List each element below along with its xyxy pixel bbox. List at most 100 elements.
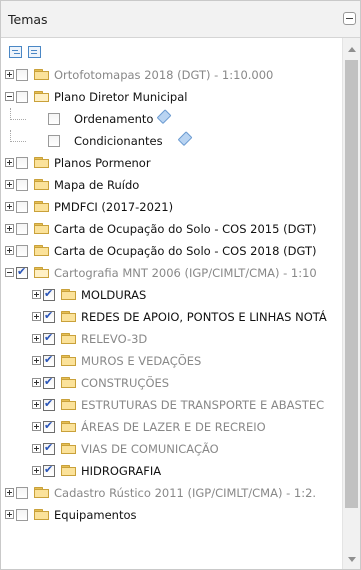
tree-row[interactable]: ✔ VIAS DE COMUNICAÇÃO [1,438,342,460]
tree-row[interactable]: ✔ MOLDURAS [1,284,342,306]
folder-icon [34,245,50,257]
expand-plus-icon[interactable] [5,202,14,211]
tree-row[interactable]: ✔ ESTRUTURAS DE TRANSPORTE E ABASTEC [1,394,342,416]
expand-plus-icon[interactable] [5,70,14,79]
expand-plus-icon[interactable] [32,466,41,475]
layer-checkbox[interactable]: ✔ [43,331,55,345]
check-icon: ✔ [44,309,54,322]
tree-row[interactable]: ✔ ÁREAS DE LAZER E DE RECREIO [1,416,342,438]
layer-label[interactable]: Planos Pormenor [54,156,151,170]
layer-checkbox[interactable] [16,179,28,191]
layer-label[interactable]: Cartografia MNT 2006 (IGP/CIMLT/CMA) - 1… [54,266,317,280]
expand-plus-icon[interactable] [32,378,41,387]
expand-plus-icon[interactable] [5,180,14,189]
scrollbar-thumb[interactable] [345,60,358,508]
tree-row[interactable]: Carta de Ocupação do Solo - COS 2018 (DG… [1,240,342,262]
layer-label[interactable]: ESTRUTURAS DE TRANSPORTE E ABASTEC [81,398,324,412]
layer-checkbox[interactable]: ✔ [43,419,55,433]
expand-plus-icon[interactable] [5,158,14,167]
layer-label[interactable]: ÁREAS DE LAZER E DE RECREIO [81,420,266,434]
folder-icon [61,333,77,345]
expand-plus-icon[interactable] [32,290,41,299]
expand-plus-icon[interactable] [5,224,14,233]
panel-title: Temas [8,12,48,27]
layer-label[interactable]: PMDFCI (2017-2021) [54,200,173,214]
layer-checkbox[interactable] [16,201,28,213]
expand-plus-icon[interactable] [32,400,41,409]
check-icon: ✔ [44,331,54,344]
layer-checkbox[interactable]: ✔ [43,375,55,389]
tree-row[interactable]: ✔ REDES DE APOIO, PONTOS E LINHAS NOTÁ [1,306,342,328]
layer-label[interactable]: Equipamentos [54,508,137,522]
layer-checkbox[interactable] [16,91,28,103]
tree-row[interactable]: ✔ RELEVO-3D [1,328,342,350]
check-icon: ✔ [44,463,54,476]
expand-plus-icon[interactable] [32,422,41,431]
layer-label[interactable]: REDES DE APOIO, PONTOS E LINHAS NOTÁ [81,310,327,324]
expand-plus-icon[interactable] [32,334,41,343]
tree-row[interactable]: ✔ CONSTRUÇÕES [1,372,342,394]
tree-row[interactable]: ✔ HIDROGRAFIA [1,460,342,482]
scroll-up-arrow-icon[interactable] [348,47,356,52]
layer-label[interactable]: MUROS E VEDAÇÕES [81,354,201,368]
tree-row[interactable]: Planos Pormenor [1,152,342,174]
collapse-minus-icon[interactable] [5,92,14,101]
expand-plus-icon[interactable] [5,488,14,497]
tree-row[interactable]: Ortofotomapas 2018 (DGT) - 1:10.000 [1,64,342,86]
layer-checkbox[interactable] [48,135,60,147]
layer-label[interactable]: HIDROGRAFIA [81,464,161,478]
list-icon[interactable] [28,46,41,58]
layer-checkbox[interactable]: ✔ [43,287,55,301]
layer-label[interactable]: Carta de Ocupação do Solo - COS 2015 (DG… [54,222,316,236]
layer-label[interactable]: Ordenamento [74,112,153,126]
tree-row[interactable]: Condicionantes [1,130,342,152]
layer-checkbox[interactable]: ✔ [16,265,28,279]
layer-checkbox[interactable]: ✔ [43,463,55,477]
tree-row[interactable]: PMDFCI (2017-2021) [1,196,342,218]
layer-label[interactable]: Mapa de Ruído [54,178,139,192]
layer-checkbox[interactable] [16,487,28,499]
layer-checkbox[interactable] [16,245,28,257]
expand-plus-icon[interactable] [32,312,41,321]
layer-checkbox[interactable] [16,509,28,521]
layer-checkbox[interactable]: ✔ [43,397,55,411]
layer-label[interactable]: RELEVO-3D [81,332,147,346]
expand-plus-icon[interactable] [32,356,41,365]
tree-connector [10,141,26,143]
legend-tag-icon[interactable] [153,107,173,127]
tree-row[interactable]: Carta de Ocupação do Solo - COS 2015 (DG… [1,218,342,240]
tree-row[interactable]: Ordenamento [1,108,342,130]
layer-checkbox[interactable]: ✔ [43,353,55,367]
layer-label[interactable]: VIAS DE COMUNICAÇÃO [81,442,219,456]
layer-label[interactable]: Cadastro Rústico 2011 (IGP/CIMLT/CMA) - … [54,486,316,500]
layer-checkbox[interactable] [16,157,28,169]
layer-checkbox[interactable] [48,113,60,125]
expand-plus-icon[interactable] [5,510,14,519]
tree-row[interactable]: Equipamentos [1,504,342,526]
layer-label[interactable]: CONSTRUÇÕES [81,376,169,390]
check-icon: ✔ [44,397,54,410]
tree-row[interactable]: ✔ Cartografia MNT 2006 (IGP/CIMLT/CMA) - … [1,262,342,284]
expand-plus-icon[interactable] [32,444,41,453]
folder-icon [61,399,77,411]
collapse-icon[interactable] [343,12,356,25]
legend-tag-icon[interactable] [174,129,194,149]
expand-plus-icon[interactable] [5,246,14,255]
layer-checkbox[interactable] [16,223,28,235]
layer-label[interactable]: Condicionantes [74,134,163,148]
tree-row[interactable]: ✔ MUROS E VEDAÇÕES [1,350,342,372]
layer-checkbox[interactable]: ✔ [43,441,55,455]
scroll-down-arrow-icon[interactable] [348,557,356,562]
collapse-minus-icon[interactable] [5,268,14,277]
layer-label[interactable]: Ortofotomapas 2018 (DGT) - 1:10.000 [54,68,273,82]
layer-label[interactable]: Carta de Ocupação do Solo - COS 2018 (DG… [54,244,316,258]
tree-row[interactable]: Plano Diretor Municipal [1,86,342,108]
layer-checkbox[interactable]: ✔ [43,309,55,323]
layer-label[interactable]: Plano Diretor Municipal [54,90,187,104]
layer-checkbox[interactable] [16,69,28,81]
layer-label[interactable]: MOLDURAS [81,288,146,302]
tree-row[interactable]: Mapa de Ruído [1,174,342,196]
expand-tree-icon[interactable] [9,46,22,58]
vertical-scrollbar[interactable] [342,38,360,569]
tree-row[interactable]: Cadastro Rústico 2011 (IGP/CIMLT/CMA) - … [1,482,342,504]
